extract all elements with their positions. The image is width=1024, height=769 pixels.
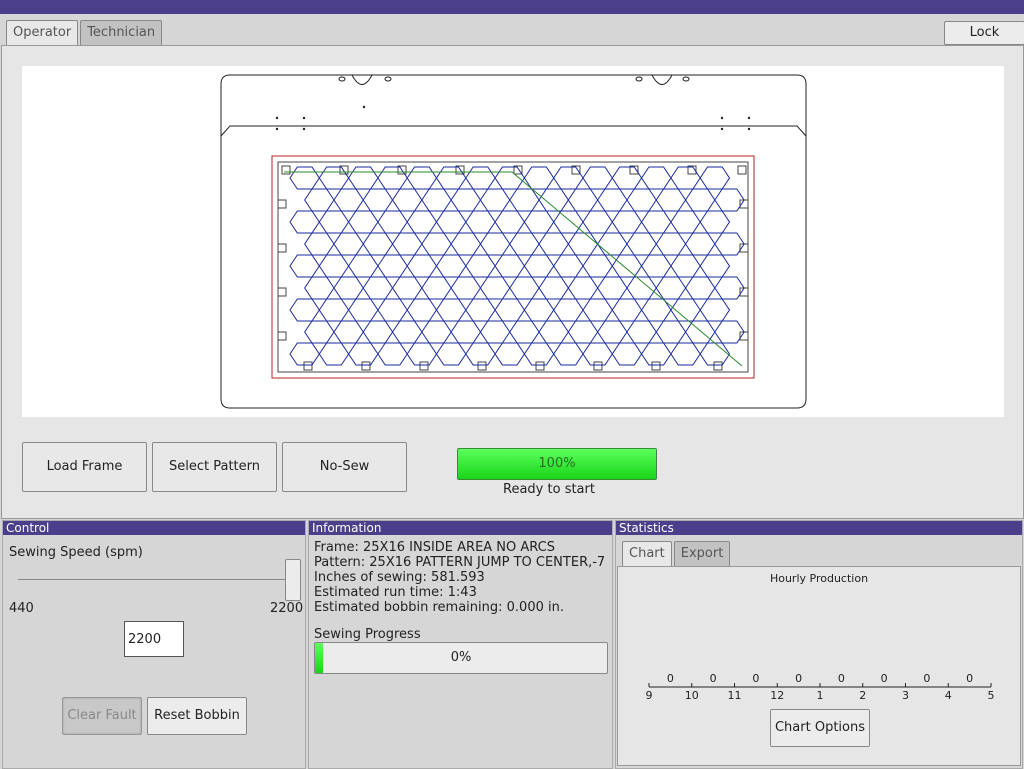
- chart-value-label: 0: [752, 672, 759, 685]
- sewing-progress-bar: 0%: [314, 642, 608, 674]
- speed-min-label: 440: [9, 601, 34, 616]
- frame-info: Frame: 25X16 INSIDE AREA NO ARCS: [314, 540, 556, 555]
- title-bar: [0, 0, 1024, 14]
- chart-title: Hourly Production: [770, 572, 868, 585]
- sewing-progress-text: 0%: [450, 650, 472, 665]
- pattern-preview: [22, 66, 1004, 417]
- hourly-production-chart: Hourly Production 9 10 11 12 1 2 3 4 50 0 0 0 0 0 0 0: [646, 572, 995, 702]
- inches-info: Inches of sewing: 581.593: [314, 570, 485, 585]
- select-pattern-button[interactable]: Select Pattern: [152, 442, 277, 492]
- operator-panel: Load Frame Select Pattern No-Sew 100% Re…: [1, 45, 1024, 519]
- chart-value-label: 0: [923, 672, 930, 685]
- sewing-progress-fill: [315, 643, 323, 673]
- tab-technician[interactable]: Technician: [80, 20, 163, 45]
- chart-value-label: 0: [710, 672, 717, 685]
- chart-x-tick-label: 3: [902, 689, 909, 702]
- chart-x-tick-label: 2: [859, 689, 866, 702]
- control-title: Control: [3, 521, 305, 535]
- chart-value-label: 0: [795, 672, 802, 685]
- chart-x-tick-label: 1: [817, 689, 824, 702]
- load-frame-button[interactable]: Load Frame: [22, 442, 147, 492]
- statistics-title: Statistics: [616, 521, 1022, 535]
- run-time-info: Estimated run time: 1:43: [314, 585, 477, 600]
- speed-max-label: 2200: [270, 601, 304, 616]
- chart-value-label: 0: [667, 672, 674, 685]
- reset-bobbin-button[interactable]: Reset Bobbin: [147, 697, 247, 735]
- chart-x-tick-label: 9: [646, 689, 653, 702]
- chart-x-tick-label: 10: [685, 689, 699, 702]
- tab-chart[interactable]: Chart: [622, 541, 672, 567]
- speed-slider-track[interactable]: [18, 579, 288, 580]
- status-text: Ready to start: [503, 482, 595, 497]
- chart-container: Hourly Production 9 10 11 12 1 2 3 4 5 0 0 0 0 0 0 0 0 C…: [617, 566, 1021, 766]
- main-tabs: Operator Technician: [6, 20, 164, 46]
- chart-value-label: 0: [881, 672, 888, 685]
- chart-value-label: 0: [838, 672, 845, 685]
- tab-export[interactable]: Export: [673, 541, 731, 566]
- information-panel: Information Frame: 25X16 INSIDE AREA NO …: [308, 520, 613, 769]
- sewing-progress-label: Sewing Progress: [314, 627, 421, 642]
- info-lines: Frame: 25X16 INSIDE AREA NO ARCS Pattern…: [314, 540, 605, 615]
- chart-x-tick-label: 12: [770, 689, 784, 702]
- information-title: Information: [309, 521, 612, 535]
- statistics-panel: Statistics Chart Export Hourly Productio…: [615, 520, 1023, 769]
- no-sew-button[interactable]: No-Sew: [282, 442, 407, 492]
- speed-input[interactable]: 2200: [124, 621, 184, 657]
- chart-x-tick-label: 4: [945, 689, 952, 702]
- chart-x-tick-label: 5: [988, 689, 995, 702]
- speed-slider-handle[interactable]: [285, 559, 301, 601]
- load-progress-text: 100%: [538, 456, 576, 471]
- lock-button[interactable]: Lock: [944, 21, 1024, 45]
- pattern-info: Pattern: 25X16 PATTERN JUMP TO CENTER,-7: [314, 555, 606, 570]
- chart-x-tick-label: 11: [728, 689, 742, 702]
- statistics-tabs: Chart Export: [622, 541, 732, 567]
- speed-label: Sewing Speed (spm): [9, 545, 143, 560]
- clear-fault-button[interactable]: Clear Fault: [62, 697, 142, 735]
- tab-operator[interactable]: Operator: [6, 20, 79, 46]
- bobbin-info: Estimated bobbin remaining: 0.000 in.: [314, 600, 564, 615]
- load-progress-bar: 100%: [457, 448, 657, 480]
- chart-options-button[interactable]: Chart Options: [770, 709, 870, 747]
- control-panel: Control Sewing Speed (spm) 440 2200 2200…: [2, 520, 306, 769]
- chart-value-label: 0: [966, 672, 973, 685]
- pattern-drawing: [220, 74, 807, 409]
